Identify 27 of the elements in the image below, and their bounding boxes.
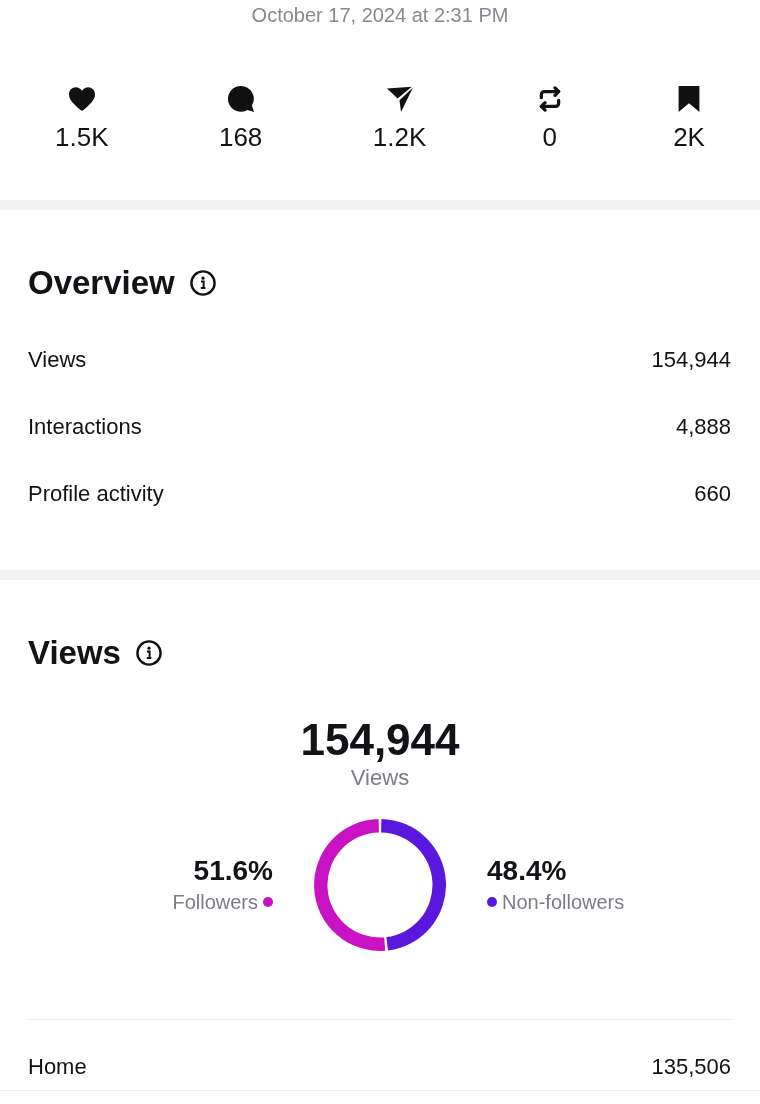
metric-value: 660 (694, 481, 731, 507)
engagement-count: 2K (673, 121, 705, 153)
engagement-count: 0 (542, 121, 557, 153)
engagement-count: 168 (218, 121, 263, 153)
total-views-label: Views (350, 765, 410, 791)
post-timestamp: October 17, 2024 at 2:31 PM (251, 3, 509, 27)
legend-label: Followers (172, 890, 258, 915)
section-title: Views (28, 633, 121, 673)
metric-label: Home (28, 1054, 87, 1080)
total-views: 154,944 (300, 715, 460, 765)
section-title: Overview (28, 263, 175, 303)
info-icon[interactable] (189, 270, 216, 296)
metric-label: Profile activity (28, 481, 164, 507)
metric-value: 4,888 (675, 414, 731, 440)
paper-plane-icon (386, 86, 413, 112)
info-icon[interactable] (135, 640, 162, 666)
percent-value: 48.4% (487, 855, 567, 887)
engagement-count: 1.2K (372, 121, 427, 153)
metric-label: Views (28, 347, 87, 373)
heart-icon (68, 86, 95, 112)
legend-label: Non-followers (502, 890, 625, 915)
percent-value: 51.6% (193, 855, 273, 887)
engagement-count: 1.5K (55, 121, 109, 153)
metric-value: 135,506 (651, 1054, 731, 1080)
metric-value: 154,944 (651, 347, 731, 373)
speech-bubble-icon (227, 86, 254, 112)
metric-label: Interactions (28, 414, 142, 440)
